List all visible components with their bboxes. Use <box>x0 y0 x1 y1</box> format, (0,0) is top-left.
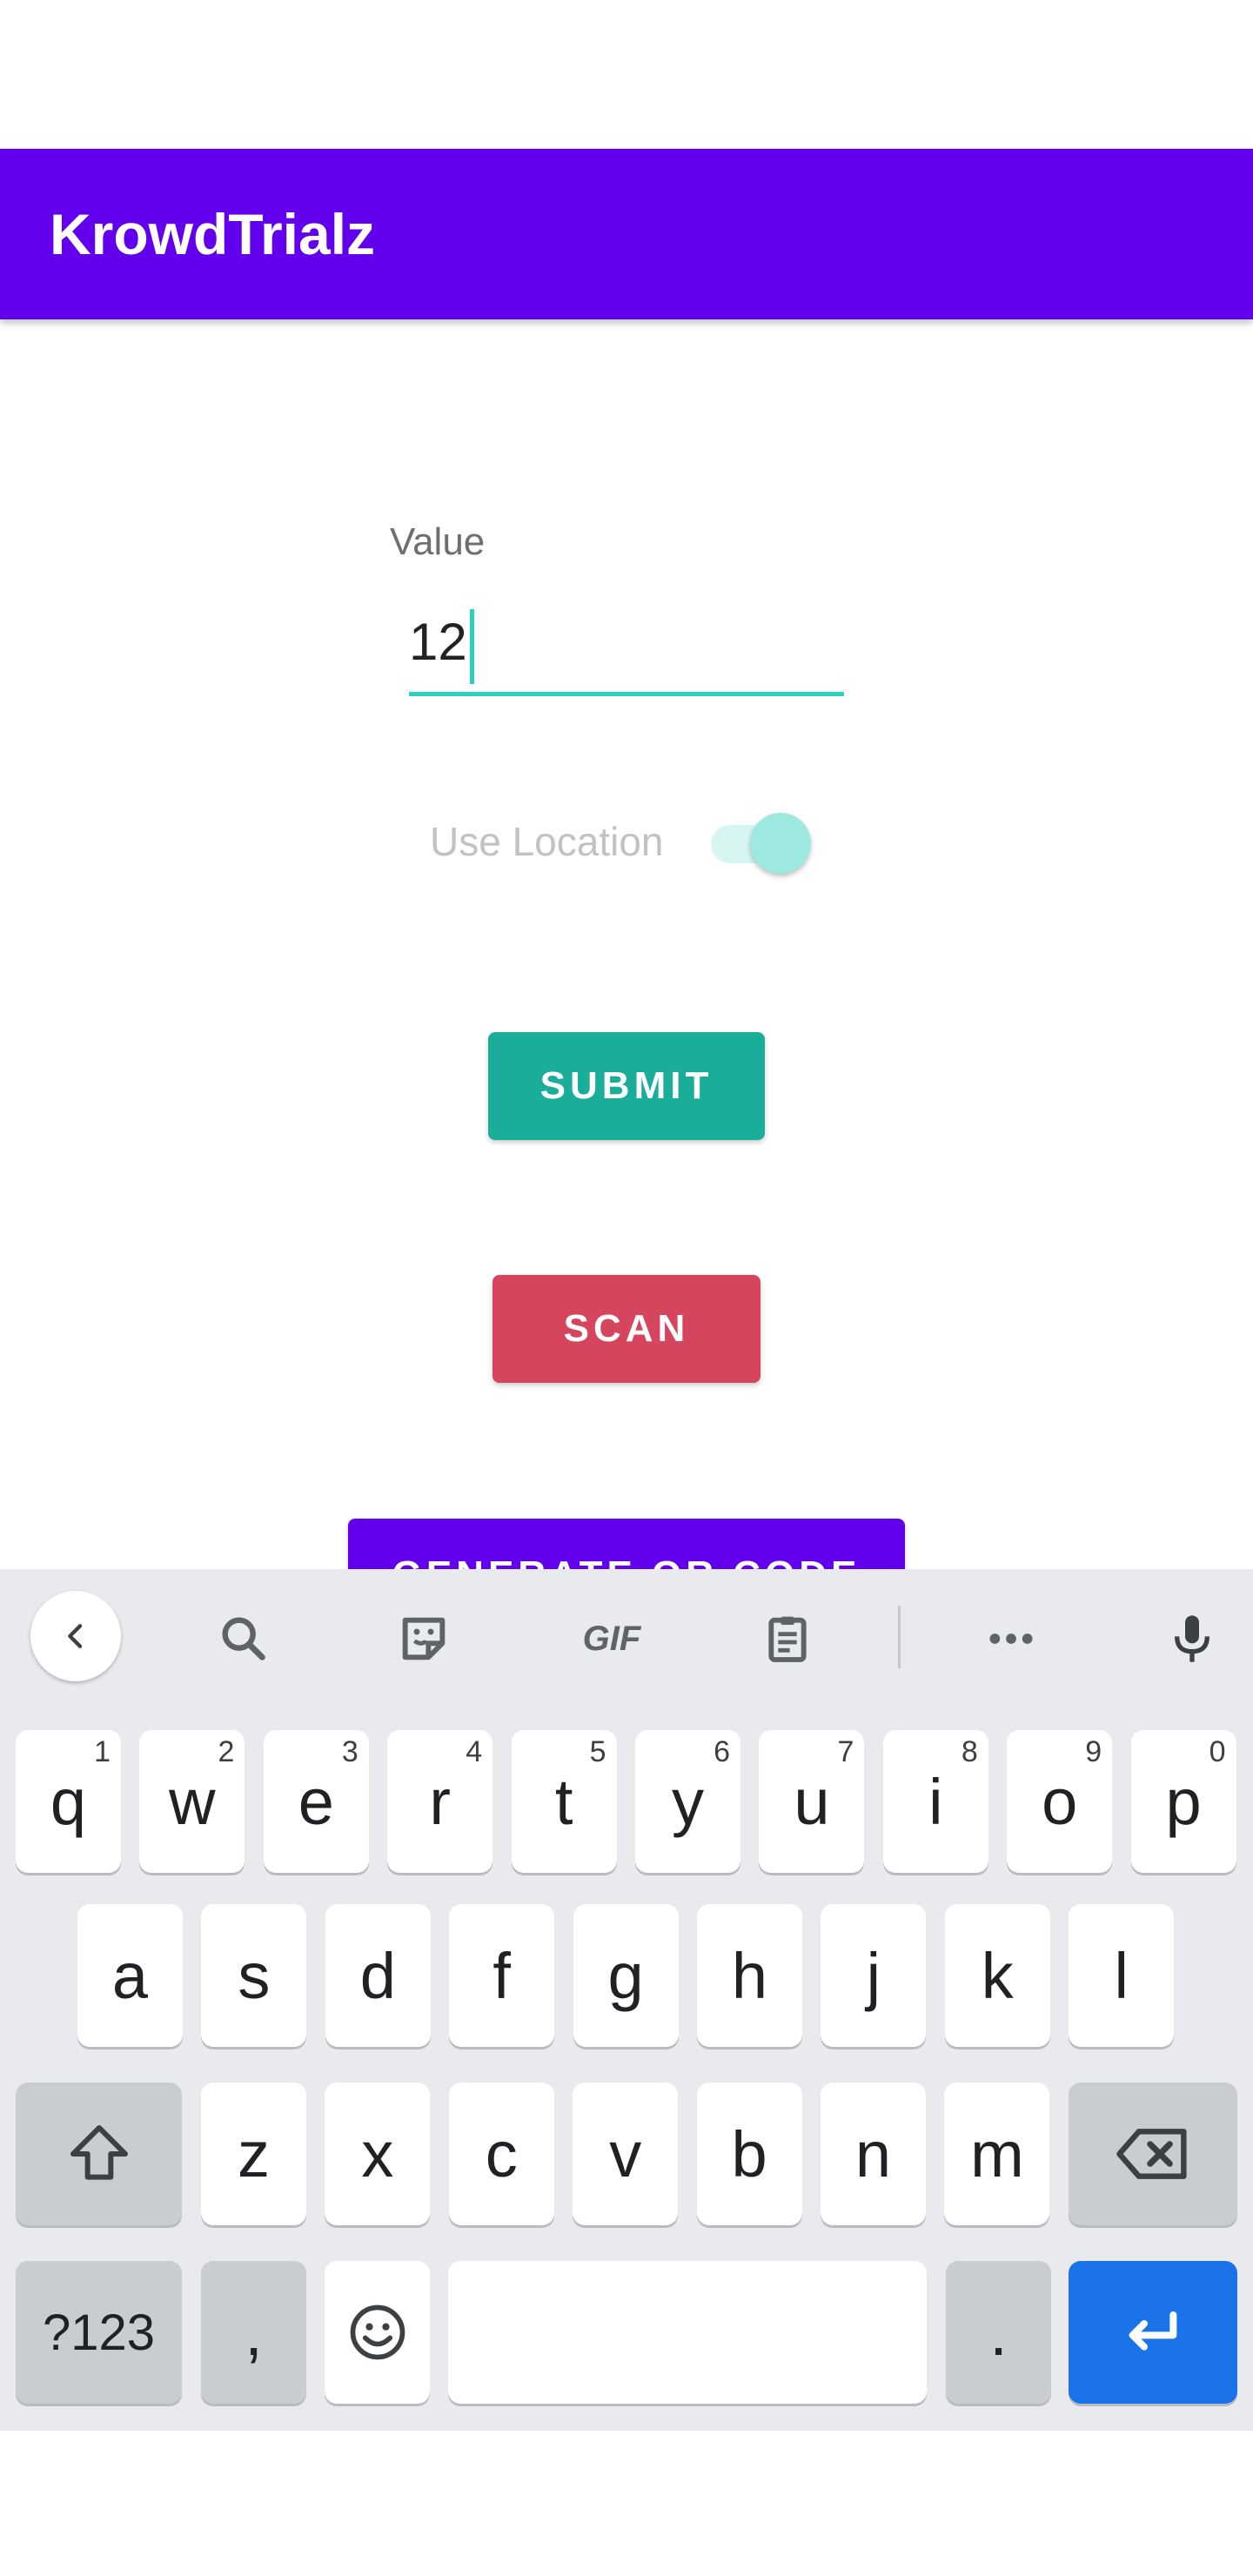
key-p[interactable]: p0 <box>1130 1730 1236 1873</box>
key-q[interactable]: q1 <box>16 1730 121 1873</box>
key-k[interactable]: k <box>944 1904 1050 2047</box>
backspace-key[interactable] <box>1069 2083 1237 2225</box>
key-label: t <box>554 1765 573 1838</box>
key-number-hint: 3 <box>341 1735 358 1768</box>
key-label: c <box>485 2117 518 2190</box>
more-icon[interactable] <box>976 1604 1046 1674</box>
key-label: m <box>970 2117 1024 2190</box>
key-b[interactable]: b <box>696 2083 802 2225</box>
key-i[interactable]: i8 <box>882 1730 988 1873</box>
key-label: p <box>1165 1765 1202 1838</box>
value-label: Value <box>390 520 486 563</box>
key-j[interactable]: j <box>821 1904 927 2047</box>
key-label: o <box>1042 1765 1078 1838</box>
key-label: i <box>928 1765 943 1838</box>
key-label: s <box>238 1939 271 2012</box>
key-e[interactable]: e3 <box>263 1730 369 1873</box>
clipboard-icon[interactable] <box>753 1604 822 1674</box>
key-u[interactable]: u7 <box>759 1730 865 1873</box>
text-cursor <box>470 609 474 684</box>
key-g[interactable]: g <box>573 1904 679 2047</box>
key-number-hint: 9 <box>1085 1735 1102 1768</box>
key-label: v <box>609 2117 642 2190</box>
key-label: b <box>731 2117 767 2190</box>
key-label: h <box>731 1939 768 2012</box>
key-w[interactable]: w2 <box>139 1730 245 1873</box>
key-label: a <box>111 1939 149 2012</box>
space-key[interactable] <box>448 2261 927 2404</box>
search-icon[interactable] <box>209 1604 278 1674</box>
comma-key[interactable]: , <box>201 2261 306 2404</box>
key-label: x <box>361 2117 394 2190</box>
keyboard-toolbar: GIF <box>0 1569 1253 1700</box>
key-number-hint: 2 <box>218 1735 235 1768</box>
key-number-hint: 4 <box>466 1735 483 1768</box>
toolbar-divider <box>898 1606 901 1668</box>
use-location-label: Use Location <box>430 819 664 864</box>
switch-thumb <box>750 813 811 874</box>
submit-button[interactable]: SUBMIT <box>488 1032 765 1140</box>
key-h[interactable]: h <box>697 1904 802 2047</box>
sticker-icon[interactable] <box>389 1604 459 1674</box>
key-label: y <box>672 1765 704 1838</box>
key-label: j <box>866 1939 881 2012</box>
period-key[interactable]: . <box>946 2261 1051 2404</box>
shift-key[interactable] <box>16 2083 182 2225</box>
key-number-hint: 7 <box>837 1735 854 1768</box>
key-label: f <box>492 1939 511 2012</box>
app-title: KrowdTrialz <box>50 202 376 266</box>
key-t[interactable]: t5 <box>511 1730 617 1873</box>
key-label: z <box>238 2117 270 2190</box>
key-s[interactable]: s <box>201 1904 307 2047</box>
chevron-left-icon[interactable] <box>30 1591 121 1681</box>
app-bar: KrowdTrialz <box>0 149 1253 319</box>
key-o[interactable]: o9 <box>1007 1730 1113 1873</box>
soft-keyboard: GIF q1w2e3r4t5y6u7i8o9p0 asdfghjkl zxcvb… <box>0 1569 1253 2431</box>
scan-button[interactable]: SCAN <box>492 1275 761 1383</box>
key-label: u <box>794 1765 830 1838</box>
key-label: g <box>607 1939 644 2012</box>
key-label: e <box>298 1765 334 1838</box>
key-r[interactable]: r4 <box>387 1730 493 1873</box>
key-n[interactable]: n <box>821 2083 926 2225</box>
value-input[interactable] <box>409 600 844 696</box>
key-m[interactable]: m <box>944 2083 1050 2225</box>
gif-icon[interactable]: GIF <box>568 1604 655 1674</box>
key-d[interactable]: d <box>325 1904 431 2047</box>
key-number-hint: 1 <box>94 1735 111 1768</box>
key-label: n <box>854 2117 892 2190</box>
key-v[interactable]: v <box>573 2083 679 2225</box>
key-number-hint: 6 <box>714 1735 730 1768</box>
key-f[interactable]: f <box>449 1904 555 2047</box>
key-l[interactable]: l <box>1069 1904 1175 2047</box>
key-x[interactable]: x <box>325 2083 431 2225</box>
key-number-hint: 0 <box>1209 1735 1226 1768</box>
status-bar <box>0 0 1253 149</box>
key-label: r <box>429 1765 452 1838</box>
key-c[interactable]: c <box>448 2083 554 2225</box>
key-label: k <box>981 1939 1014 2012</box>
key-z[interactable]: z <box>201 2083 306 2225</box>
key-number-hint: 8 <box>961 1735 978 1768</box>
symbols-key[interactable]: ?123 <box>16 2261 182 2404</box>
key-y[interactable]: y6 <box>635 1730 740 1873</box>
emoji-key[interactable] <box>325 2261 430 2404</box>
key-label: d <box>359 1939 396 2012</box>
navigation-bar <box>0 2431 1253 2576</box>
key-label: q <box>50 1765 87 1838</box>
microphone-icon[interactable] <box>1157 1604 1227 1674</box>
key-a[interactable]: a <box>77 1904 183 2047</box>
key-label: l <box>1114 1939 1129 2012</box>
key-number-hint: 5 <box>589 1735 606 1768</box>
key-label: w <box>169 1765 216 1838</box>
enter-key[interactable] <box>1069 2261 1237 2404</box>
